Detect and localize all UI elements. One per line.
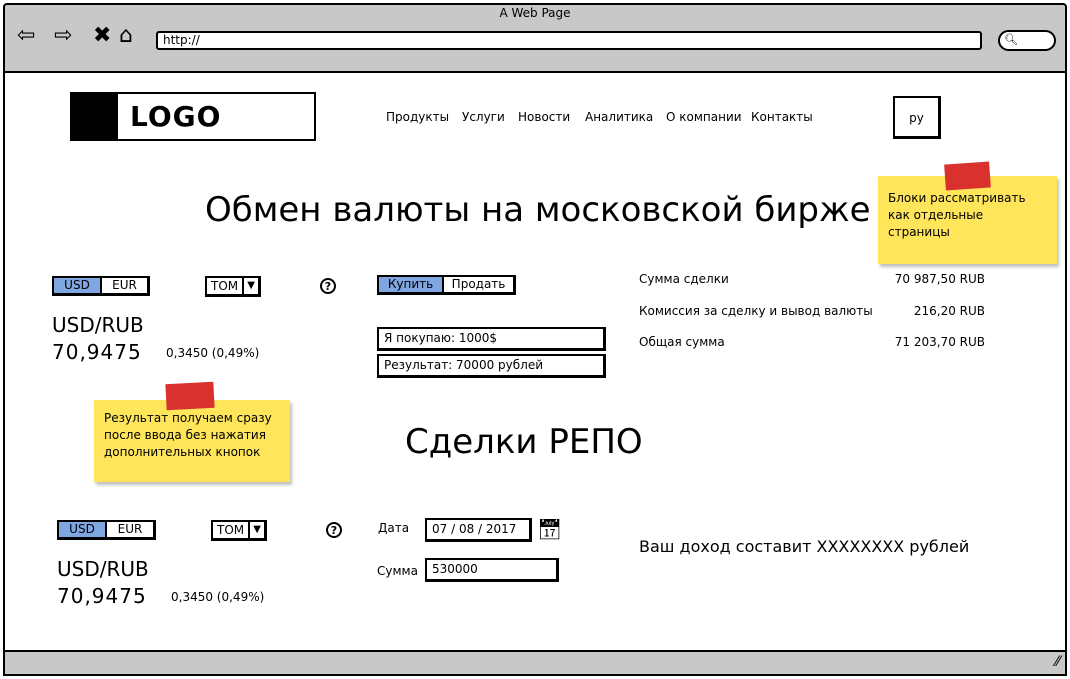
settlement-dropdown[interactable]: TOM ▼ bbox=[205, 276, 262, 297]
date-input[interactable]: 07 / 08 / 2017 bbox=[425, 518, 532, 542]
back-arrow-icon[interactable]: ⇦ bbox=[17, 24, 35, 48]
repo-tab-usd[interactable]: USD bbox=[59, 522, 107, 537]
repo-title: Сделки РЕПО bbox=[405, 422, 643, 462]
summary-label-deal: Сумма сделки bbox=[639, 272, 729, 286]
menu-item-services[interactable]: Услуги bbox=[462, 110, 505, 124]
tape-strip bbox=[944, 161, 991, 191]
menu-item-products[interactable]: Продукты bbox=[386, 110, 449, 124]
help-icon[interactable]: ? bbox=[320, 278, 336, 294]
result-field: Результат: 70000 рублей bbox=[377, 354, 606, 378]
currency-toggle[interactable]: USD EUR bbox=[52, 276, 150, 296]
resize-handle-icon[interactable]: ⁄⁄ bbox=[1055, 654, 1060, 670]
repo-settlement-dropdown[interactable]: TOM ▼ bbox=[211, 520, 268, 541]
tab-eur[interactable]: EUR bbox=[102, 278, 147, 293]
chevron-down-icon: ▼ bbox=[247, 280, 255, 291]
close-x-icon[interactable]: ✖ bbox=[93, 24, 111, 48]
language-button[interactable]: ру bbox=[893, 96, 941, 139]
amount-input[interactable]: 530000 bbox=[425, 558, 559, 582]
menu-item-contacts[interactable]: Контакты bbox=[751, 110, 813, 124]
status-bar bbox=[3, 650, 1067, 676]
browser-search-box[interactable]: 🔍︎ bbox=[998, 30, 1056, 51]
menu-item-about[interactable]: О компании bbox=[666, 110, 742, 124]
repo-rate-change: 0,3450 (0,49%) bbox=[171, 590, 265, 604]
exchange-title: Обмен валюты на московской бирже bbox=[205, 190, 871, 230]
exchange-rate: 70,9475 bbox=[52, 340, 142, 364]
logo-text: LOGO bbox=[130, 100, 222, 133]
summary-label-commission: Комиссия за сделку и вывод валюты bbox=[639, 304, 873, 318]
repo-exchange-rate: 70,9475 bbox=[57, 584, 147, 608]
income-text: Ваш доход составит XXXXXXXX рублей bbox=[639, 537, 970, 556]
action-toggle[interactable]: Купить Продать bbox=[377, 275, 516, 295]
summary-value-commission: 216,20 RUB bbox=[913, 304, 985, 318]
buy-amount-input[interactable]: Я покупаю: 1000$ bbox=[377, 327, 606, 351]
window-title: A Web Page bbox=[499, 6, 571, 20]
amount-label: Сумма bbox=[377, 564, 418, 578]
search-icon: 🔍︎ bbox=[1004, 33, 1018, 46]
settlement-value: TOM bbox=[207, 278, 245, 294]
repo-settlement-value: TOM bbox=[213, 522, 251, 538]
menu-item-analytics[interactable]: Аналитика bbox=[585, 110, 653, 124]
tab-buy[interactable]: Купить bbox=[379, 277, 445, 292]
menu-item-news[interactable]: Новости bbox=[518, 110, 570, 124]
home-icon[interactable]: ⌂ bbox=[119, 24, 133, 48]
rate-change: 0,3450 (0,49%) bbox=[166, 346, 260, 360]
url-input[interactable]: http:// bbox=[156, 31, 982, 50]
repo-help-icon[interactable]: ? bbox=[326, 522, 342, 538]
summary-value-deal: 70 987,50 RUB bbox=[894, 272, 985, 286]
forward-arrow-icon[interactable]: ⇨ bbox=[54, 24, 72, 48]
tab-sell[interactable]: Продать bbox=[444, 277, 513, 292]
site-logo[interactable]: LOGO bbox=[70, 92, 316, 141]
summary-value-total: 71 203,70 RUB bbox=[894, 335, 985, 349]
chevron-down-icon: ▼ bbox=[253, 524, 261, 535]
date-label: Дата bbox=[378, 521, 410, 535]
tab-usd[interactable]: USD bbox=[54, 278, 102, 293]
repo-tab-eur[interactable]: EUR bbox=[107, 522, 153, 537]
sticky-note-result: Результат получаем сразу после ввода без… bbox=[94, 400, 290, 482]
repo-currency-toggle[interactable]: USD EUR bbox=[57, 520, 156, 540]
sticky-note-pages: Блоки рассматривать как отдельные страни… bbox=[878, 176, 1057, 264]
logo-mark bbox=[72, 94, 118, 139]
calendar-icon[interactable]: 📅︎ bbox=[537, 517, 562, 541]
currency-pair: USD/RUB bbox=[52, 313, 144, 337]
tape-strip bbox=[165, 381, 215, 411]
summary-label-total: Общая сумма bbox=[639, 335, 725, 349]
repo-currency-pair: USD/RUB bbox=[57, 557, 149, 581]
